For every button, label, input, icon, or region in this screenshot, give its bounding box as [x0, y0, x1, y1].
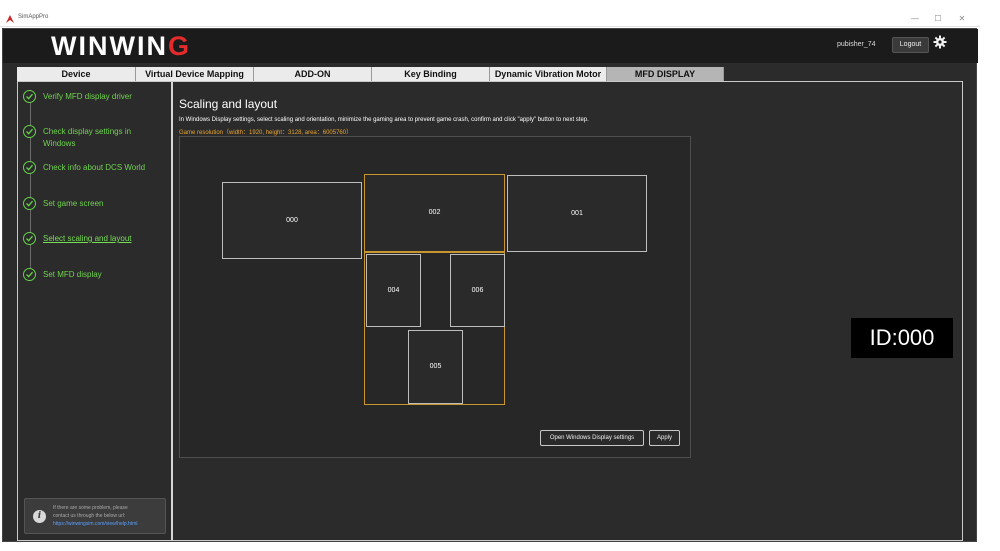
tab-mfd-display[interactable]: MFD DISPLAY: [607, 67, 724, 81]
monitor-id-label: 004: [387, 286, 400, 294]
tab-virtual-device-mapping[interactable]: Virtual Device Mapping: [136, 67, 254, 81]
monitor-id-label: 001: [571, 209, 583, 217]
tab-add-on[interactable]: ADD-ON: [254, 67, 372, 81]
display-layout-canvas: 000 002 001 004 006 005 Open Windows Dis…: [179, 136, 691, 458]
step-label: Verify MFD display driver: [43, 92, 132, 101]
step-label-current: Select scaling and layout: [43, 234, 132, 243]
window-titlebar: SimAppPro — ☐ ✕: [0, 12, 980, 27]
help-link[interactable]: https://winwingsim.com/view/help.html: [53, 520, 165, 528]
page-title: Scaling and layout: [179, 97, 278, 111]
info-icon: i: [33, 510, 46, 523]
tab-dynamic-vibration-motor[interactable]: Dynamic Vibration Motor: [490, 67, 607, 81]
monitor-000[interactable]: 000: [222, 182, 362, 259]
check-circle-icon: [23, 161, 36, 174]
check-circle-icon: [23, 268, 36, 281]
minimize-button[interactable]: —: [908, 13, 922, 25]
monitor-005[interactable]: 005: [408, 330, 463, 404]
step-label: Set MFD display: [43, 270, 102, 279]
content-panel: Verify MFD display driver Check display …: [17, 81, 963, 541]
step-label: Set game screen: [43, 199, 104, 208]
check-circle-icon: [23, 125, 36, 138]
monitor-006[interactable]: 006: [450, 254, 505, 327]
maximize-button[interactable]: ☐: [931, 13, 945, 25]
step-label: Check display settings in Windows: [43, 127, 132, 148]
game-resolution-text: Game resolution（width：1920, height：3128,…: [179, 130, 353, 136]
brand-logo: WINWING: [51, 31, 191, 62]
app-window: WINWING pubisher_74 Logout Device Virtua…: [2, 28, 978, 542]
brand-accent: G: [167, 31, 191, 61]
close-button[interactable]: ✕: [955, 13, 969, 25]
monitor-004[interactable]: 004: [366, 254, 421, 327]
apply-button[interactable]: Apply: [649, 430, 680, 446]
monitor-002[interactable]: 002: [364, 174, 505, 252]
steps-sidebar: Verify MFD display driver Check display …: [18, 82, 173, 540]
monitor-id-label: 006: [471, 286, 484, 294]
step-label: Check info about DCS World: [43, 163, 146, 172]
tab-device[interactable]: Device: [17, 67, 136, 81]
username-label: pubisher_74: [837, 41, 876, 48]
page-description: In Windows Display settings, select scal…: [179, 117, 589, 123]
app-logo-icon: [6, 15, 14, 23]
brand-text: WINWIN: [51, 31, 168, 61]
help-text: If there are some problem, please contac…: [53, 504, 165, 528]
monitor-id-label: 000: [286, 216, 298, 224]
monitor-001[interactable]: 001: [507, 175, 647, 252]
app-header: WINWING pubisher_74 Logout: [3, 29, 978, 63]
window-title: SimAppPro: [18, 14, 49, 20]
check-circle-icon: [23, 90, 36, 103]
id-badge: ID:000: [851, 318, 953, 358]
logout-button[interactable]: Logout: [892, 37, 929, 53]
check-circle-icon: [23, 232, 36, 245]
app-root: SimAppPro — ☐ ✕ WINWING pubisher_74 Logo…: [0, 0, 1000, 551]
monitor-id-label: 005: [429, 363, 442, 370]
help-box: i If there are some problem, please cont…: [24, 498, 166, 534]
steps-connector-line: [30, 90, 31, 280]
help-line-2: contact us through the below url:: [53, 513, 126, 519]
help-line-1: If there are some problem, please: [53, 505, 128, 511]
tab-key-binding[interactable]: Key Binding: [372, 67, 490, 81]
gear-icon[interactable]: [933, 35, 947, 49]
monitor-id-label: 002: [428, 209, 441, 216]
check-circle-icon: [23, 197, 36, 210]
open-windows-display-settings-button[interactable]: Open Windows Display settings: [540, 430, 644, 446]
